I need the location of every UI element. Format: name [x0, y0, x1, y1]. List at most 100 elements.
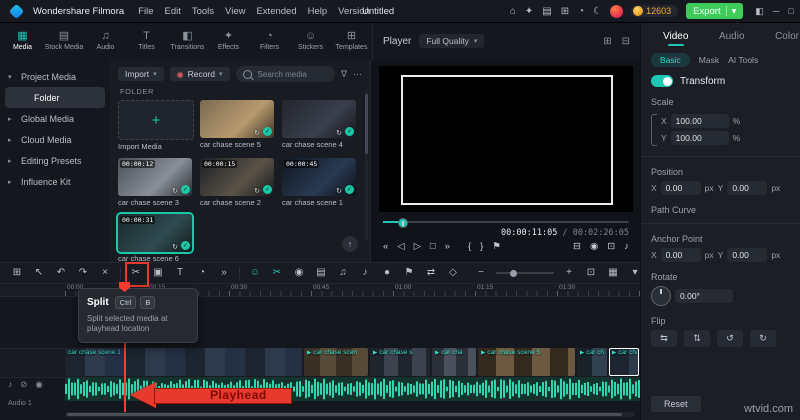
- timeline-clip[interactable]: ▶ car ch: [577, 348, 607, 376]
- timeline-scrollbar-thumb[interactable]: [67, 413, 622, 416]
- theme-icon[interactable]: ☾: [593, 6, 602, 17]
- scene-detect-icon[interactable]: ▤: [310, 264, 332, 282]
- media-item[interactable]: 00:00:12 ↻ ✓ car chase scene 3: [118, 158, 196, 207]
- voiceover-icon[interactable]: ♪: [354, 264, 376, 282]
- devices-icon[interactable]: ⊞: [561, 6, 569, 17]
- search-box[interactable]: [235, 66, 335, 82]
- add-marker-button[interactable]: ⚑: [492, 241, 501, 252]
- export-button[interactable]: Export ▾: [686, 3, 744, 19]
- beauty-icon[interactable]: ☺: [244, 264, 266, 282]
- marker-icon[interactable]: ⚑: [398, 264, 420, 282]
- link-xy-icon[interactable]: [651, 113, 657, 146]
- media-item[interactable]: 00:00:15 ↻ ✓ car chase scene 2: [200, 158, 278, 207]
- media-item[interactable]: ↻ ✓ car chase scene 4: [282, 100, 360, 151]
- gift-icon[interactable]: ✦: [525, 6, 533, 17]
- timeline-clip[interactable]: ▶car cha: [609, 348, 639, 376]
- delete-icon[interactable]: ×: [94, 264, 116, 282]
- next-frame-button[interactable]: »: [445, 241, 450, 252]
- fit-timeline-icon[interactable]: ⊡: [580, 264, 602, 282]
- flip-vertical-button[interactable]: ⇅: [684, 330, 710, 347]
- media-item[interactable]: ↻ ✓ car chase scene 5: [200, 100, 278, 151]
- speed-icon[interactable]: ◔: [191, 264, 213, 282]
- more-options-icon[interactable]: ⋯: [353, 69, 362, 80]
- reset-button[interactable]: Reset: [651, 396, 701, 412]
- chroma-key-icon[interactable]: ◉: [288, 264, 310, 282]
- tab-effects[interactable]: ✦ Effects: [208, 22, 249, 60]
- menu-view[interactable]: View: [225, 6, 245, 17]
- import-media-tile[interactable]: + Import Media: [118, 100, 196, 151]
- points-badge[interactable]: 12603: [631, 5, 679, 17]
- stop-button[interactable]: □: [430, 241, 436, 252]
- subtab-mask[interactable]: Mask: [699, 55, 719, 65]
- play-button[interactable]: ▷: [414, 241, 421, 252]
- seek-track[interactable]: [383, 221, 629, 223]
- play-backward-button[interactable]: ◁: [397, 241, 404, 252]
- mute-track-icon[interactable]: ♪: [8, 379, 12, 390]
- sidebar-item-project-media[interactable]: ▾ Project Media: [0, 66, 110, 87]
- rotate-cw-button[interactable]: ↻: [750, 330, 776, 347]
- tab-titles[interactable]: T Titles: [126, 22, 167, 60]
- import-button[interactable]: Import ▾: [118, 67, 164, 81]
- rotate-knob[interactable]: [651, 286, 671, 306]
- transform-toggle[interactable]: [651, 75, 673, 87]
- tab-filters[interactable]: ◔ Filters: [249, 22, 290, 60]
- sidebar-item-influence-kit[interactable]: ▸ Influence Kit: [0, 171, 110, 192]
- scale-y-input[interactable]: 100.00: [670, 131, 729, 145]
- lock-track-icon[interactable]: ⊘: [20, 379, 27, 390]
- tab-templates[interactable]: ⊞ Templates: [331, 22, 372, 60]
- search-input[interactable]: [255, 68, 328, 80]
- timeline-scrollbar[interactable]: [65, 412, 635, 417]
- tab-audio[interactable]: Audio: [717, 31, 747, 42]
- select-tool-icon[interactable]: ↖: [28, 264, 50, 282]
- maximize-button[interactable]: □: [788, 6, 793, 16]
- text-tool-icon[interactable]: T: [169, 264, 191, 282]
- seek-knob[interactable]: [398, 218, 408, 228]
- position-x-input[interactable]: 0.00: [660, 181, 701, 195]
- menu-tools[interactable]: Tools: [192, 6, 214, 17]
- store-icon[interactable]: ⌂: [510, 6, 516, 17]
- media-item[interactable]: 00:00:45 ↻ ✓ car chase scene 1: [282, 158, 360, 207]
- flip-horizontal-button[interactable]: ⇆: [651, 330, 677, 347]
- grid-view-icon[interactable]: ⊞: [603, 36, 611, 47]
- split-icon[interactable]: ✂: [125, 262, 149, 287]
- record-button[interactable]: ◉ Record ▾: [169, 67, 230, 81]
- preview-viewport[interactable]: [379, 66, 633, 212]
- undo-icon[interactable]: ↶: [50, 264, 72, 282]
- sidebar-item-global-media[interactable]: ▸ Global Media: [0, 108, 110, 129]
- fullscreen-button[interactable]: ⊡: [607, 241, 615, 252]
- record-icon[interactable]: ●: [376, 264, 398, 282]
- tab-stickers[interactable]: ☺ Stickers: [290, 22, 331, 60]
- menu-help[interactable]: Help: [308, 6, 328, 17]
- menu-extended[interactable]: Extended: [256, 6, 296, 17]
- show-media-icon[interactable]: ⊞: [6, 264, 28, 282]
- subtab-ai-tools[interactable]: AI Tools: [728, 55, 758, 65]
- project-title[interactable]: Untitled: [362, 6, 394, 17]
- crop-icon[interactable]: ▣: [147, 264, 169, 282]
- scale-x-input[interactable]: 100.00: [670, 114, 729, 128]
- keyframe-icon[interactable]: ◇: [442, 264, 464, 282]
- menu-edit[interactable]: Edit: [164, 6, 180, 17]
- zoom-slider[interactable]: [496, 269, 554, 277]
- screen-record-icon[interactable]: ▤: [542, 6, 551, 17]
- avatar[interactable]: [610, 4, 624, 18]
- zoom-out-icon[interactable]: −: [470, 264, 492, 282]
- sidebar-item-editing-presets[interactable]: ▸ Editing Presets: [0, 150, 110, 171]
- previous-frame-button[interactable]: «: [383, 241, 388, 252]
- sidebar-item-folder[interactable]: Folder: [5, 87, 105, 108]
- mark-out-button[interactable]: }: [480, 241, 483, 252]
- anchor-y-input[interactable]: 0.00: [727, 248, 768, 262]
- mark-in-button[interactable]: {: [468, 241, 471, 252]
- tab-color[interactable]: Color: [773, 31, 800, 42]
- media-item[interactable]: 00:00:31 ↻ ✓ car chase scene 6: [118, 214, 196, 263]
- more-tools-icon[interactable]: »: [213, 264, 235, 282]
- anchor-x-input[interactable]: 0.00: [660, 248, 701, 262]
- subtab-basic[interactable]: Basic: [651, 53, 690, 67]
- smart-cut-icon[interactable]: ✂: [266, 264, 288, 282]
- workspace-icon[interactable]: ◧: [755, 6, 764, 17]
- timeline-clip[interactable]: car chase scene 1: [65, 348, 302, 376]
- hide-track-icon[interactable]: ◉: [35, 379, 42, 390]
- timeline-clip[interactable]: ▶ car chase s: [370, 348, 430, 376]
- snapshot-button[interactable]: ◉: [590, 241, 598, 252]
- sidebar-item-cloud-media[interactable]: ▸ Cloud Media: [0, 129, 110, 150]
- dual-view-icon[interactable]: ⊟: [622, 36, 630, 47]
